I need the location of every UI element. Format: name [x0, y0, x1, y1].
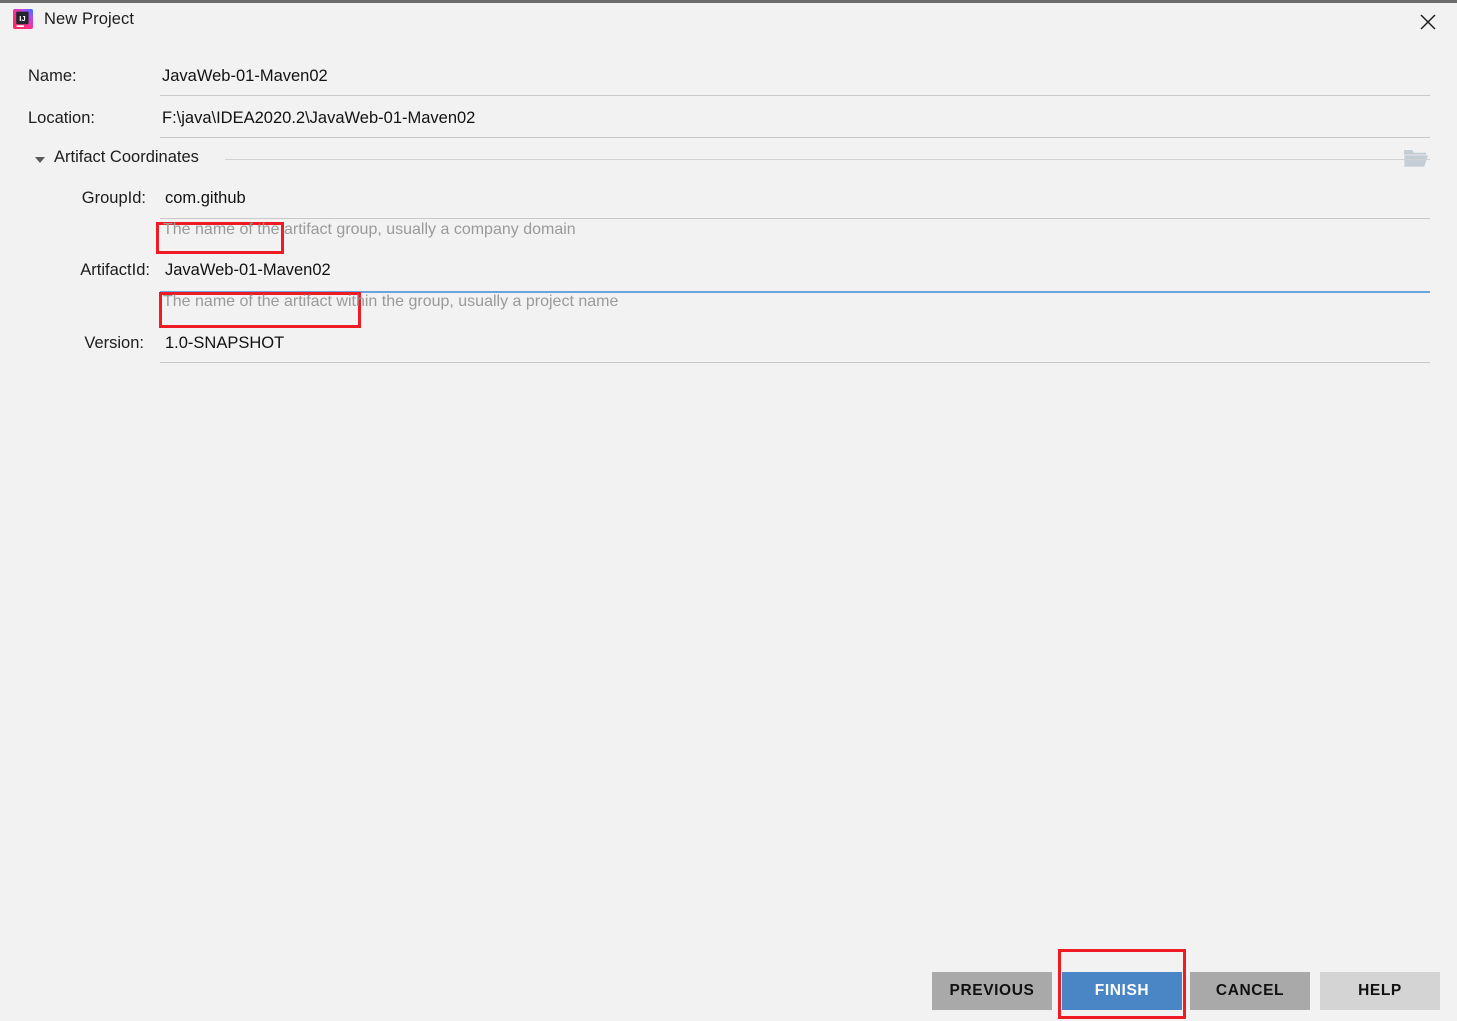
version-label: Version: — [84, 334, 144, 352]
dialog-button-bar: PREVIOUS FINISH CANCEL HELP — [0, 940, 1457, 1021]
section-divider — [225, 159, 1430, 160]
name-input-underline — [160, 95, 1430, 96]
cancel-button[interactable]: CANCEL — [1190, 972, 1310, 1010]
help-button[interactable]: HELP — [1320, 972, 1440, 1010]
version-input[interactable]: 1.0-SNAPSHOT — [165, 334, 284, 353]
location-label: Location: — [28, 109, 95, 127]
version-row: Version: 1.0-SNAPSHOT — [0, 328, 1457, 368]
finish-button[interactable]: FINISH — [1062, 972, 1182, 1010]
artifactid-label: ArtifactId: — [80, 261, 150, 279]
groupid-row: GroupId: com.github — [0, 183, 1457, 223]
groupid-input-underline — [160, 218, 1430, 219]
close-icon[interactable] — [1416, 10, 1440, 34]
artifactid-row: ArtifactId: JavaWeb-01-Maven02 — [0, 255, 1457, 295]
intellij-idea-icon: IJ — [13, 9, 33, 29]
location-input-underline — [160, 137, 1430, 138]
dialog-title: New Project — [44, 9, 135, 28]
svg-text:IJ: IJ — [19, 14, 25, 23]
dialog-titlebar: IJ New Project — [0, 3, 1457, 43]
location-input[interactable]: F:\java\IDEA2020.2\JavaWeb-01-Maven02 — [162, 109, 475, 128]
artifact-coordinates-section-header[interactable]: Artifact Coordinates — [0, 148, 1457, 172]
previous-button[interactable]: PREVIOUS — [932, 972, 1052, 1010]
location-row: Location: F:\java\IDEA2020.2\JavaWeb-01-… — [0, 102, 1457, 142]
chevron-down-icon[interactable] — [35, 157, 45, 163]
artifactid-input[interactable]: JavaWeb-01-Maven02 — [165, 261, 331, 280]
version-input-underline — [160, 362, 1430, 363]
name-label: Name: — [28, 67, 77, 85]
groupid-input[interactable]: com.github — [165, 189, 246, 208]
name-row: Name: JavaWeb-01-Maven02 — [0, 60, 1457, 100]
artifact-coordinates-section-label: Artifact Coordinates — [54, 148, 199, 166]
name-input[interactable]: JavaWeb-01-Maven02 — [162, 67, 328, 86]
groupid-hint: The name of the artifact group, usually … — [163, 221, 576, 238]
titlebar-left-group: IJ New Project — [13, 9, 134, 29]
groupid-label: GroupId: — [81, 189, 146, 207]
artifactid-hint: The name of the artifact within the grou… — [163, 293, 619, 310]
